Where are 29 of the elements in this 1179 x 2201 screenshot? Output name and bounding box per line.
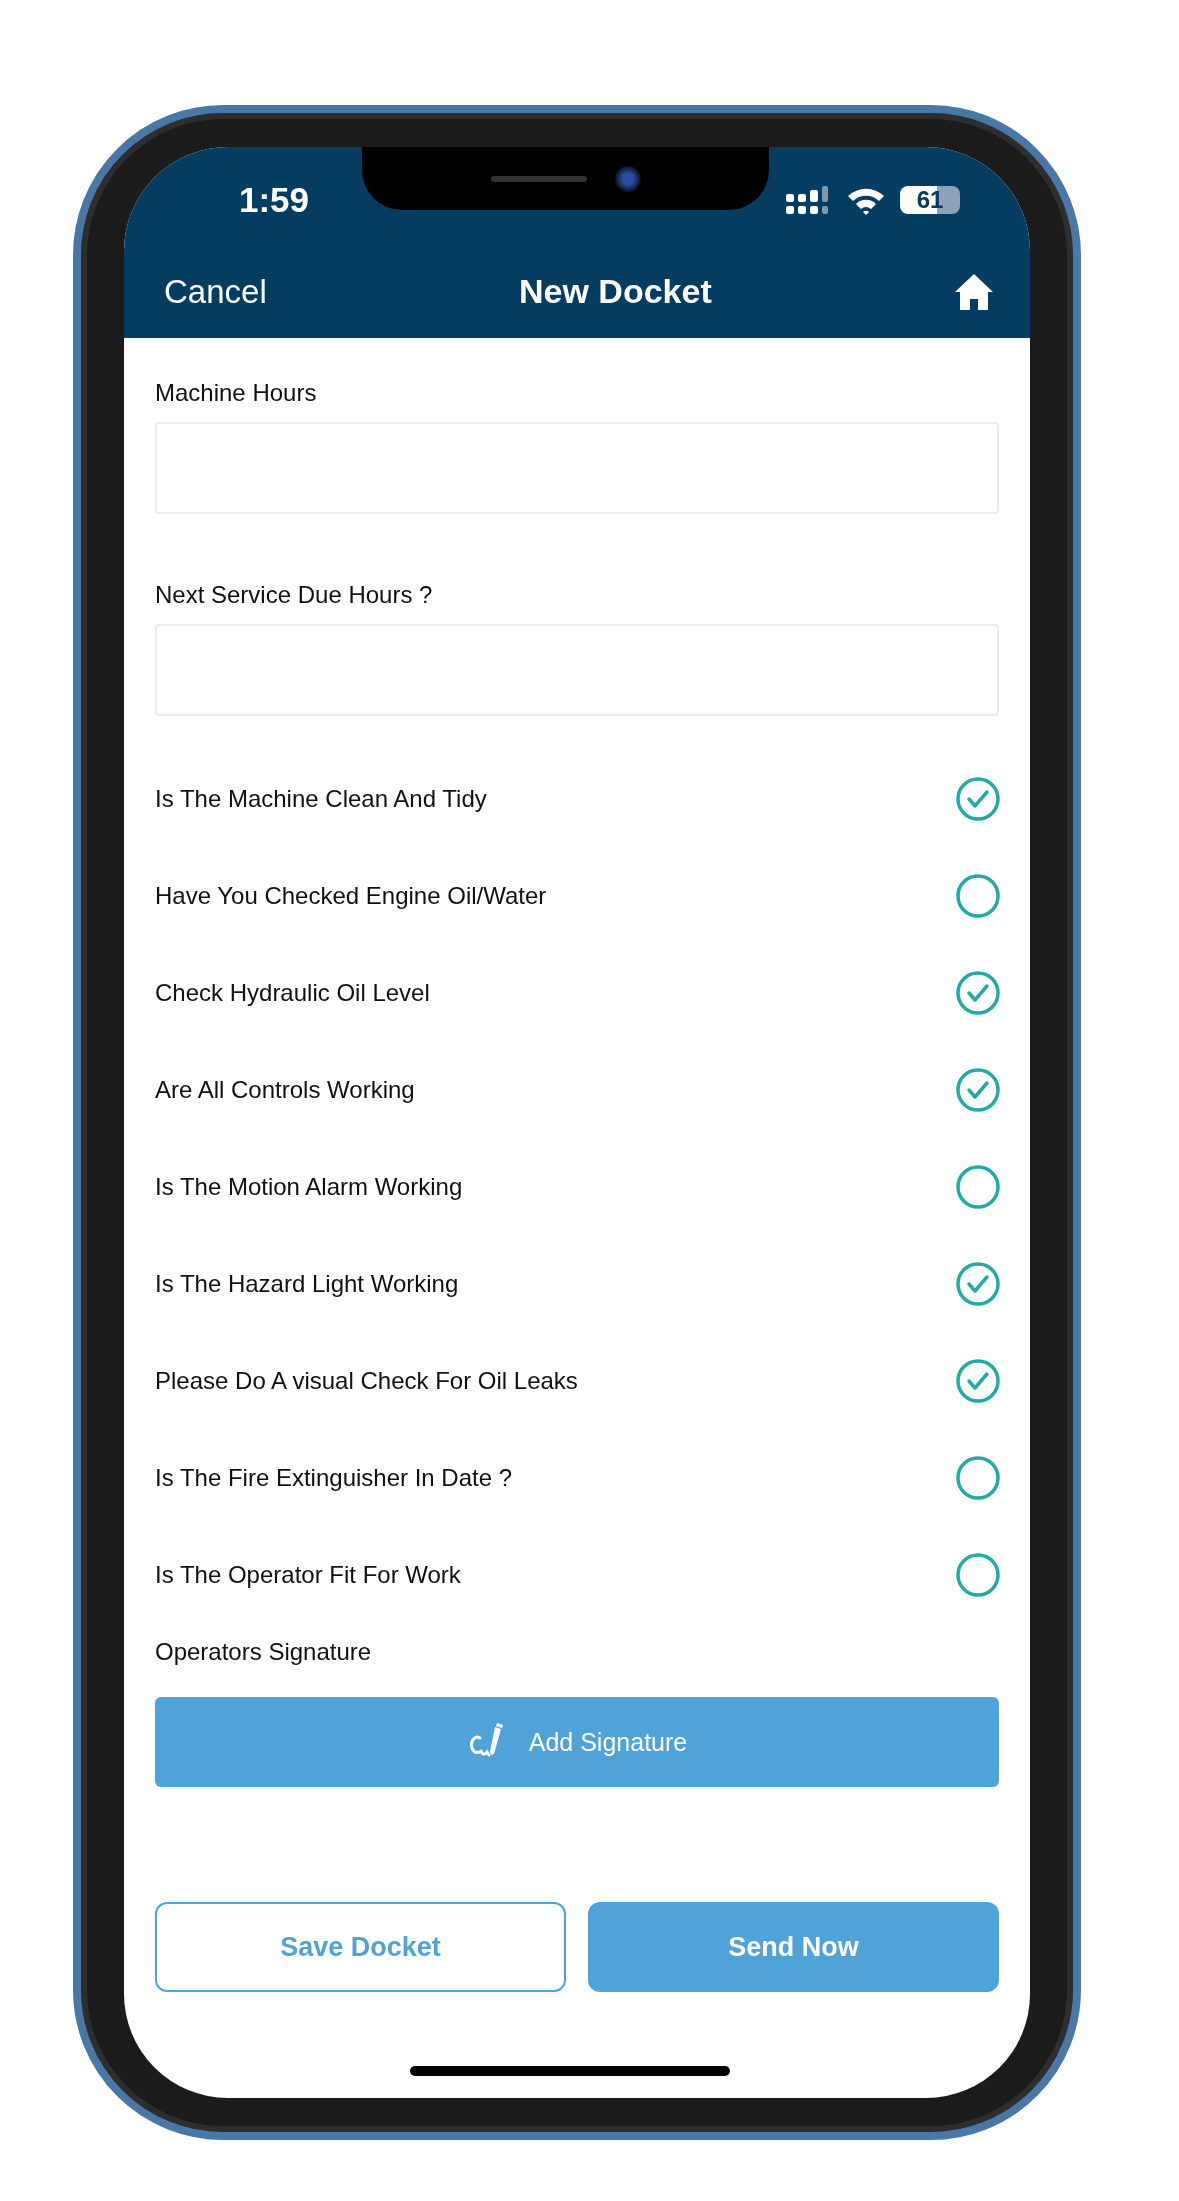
checklist-label: Is The Fire Extinguisher In Date ? (155, 1463, 513, 1492)
screen-title: New Docket (519, 272, 712, 311)
checklist-label: Is The Operator Fit For Work (155, 1560, 461, 1589)
field-label: Next Service Due Hours ? (155, 580, 434, 610)
status-time: 1:59 (239, 180, 310, 220)
empty-circle-icon[interactable] (955, 1551, 1001, 1598)
empty-circle-icon[interactable] (955, 1454, 1001, 1501)
checked-circle-icon[interactable] (955, 775, 1001, 822)
field-label: Machine Hours (155, 378, 318, 408)
save-button[interactable]: Save Docket (155, 1902, 566, 1992)
home-icon[interactable] (954, 272, 994, 311)
checked-circle-icon[interactable] (955, 1066, 1001, 1113)
field-label: Operators Signature (155, 1637, 373, 1667)
checklist-label: Check Hydraulic Oil Level (155, 978, 430, 1007)
checklist-label: Is The Motion Alarm Working (155, 1172, 463, 1201)
empty-circle-icon[interactable] (955, 872, 1001, 919)
checklist-label: Please Do A visual Check For Oil Leaks (155, 1366, 578, 1395)
checked-circle-icon[interactable] (955, 969, 1001, 1016)
cancel-button[interactable]: Cancel (164, 272, 267, 311)
checklist-label: Is The Machine Clean And Tidy (155, 784, 487, 813)
checked-circle-icon[interactable] (955, 1357, 1001, 1404)
checklist-label: Is The Hazard Light Working (155, 1269, 459, 1298)
checklist-label: Have You Checked Engine Oil/Water (155, 881, 547, 910)
checked-circle-icon[interactable] (955, 1260, 1001, 1307)
battery-indicator: 61 (900, 186, 960, 214)
checklist-label: Are All Controls Working (155, 1075, 415, 1104)
empty-circle-icon[interactable] (955, 1163, 1001, 1210)
send-button[interactable]: Send Now (588, 1902, 999, 1992)
add-signature-button[interactable]: Add Signature (155, 1697, 999, 1787)
